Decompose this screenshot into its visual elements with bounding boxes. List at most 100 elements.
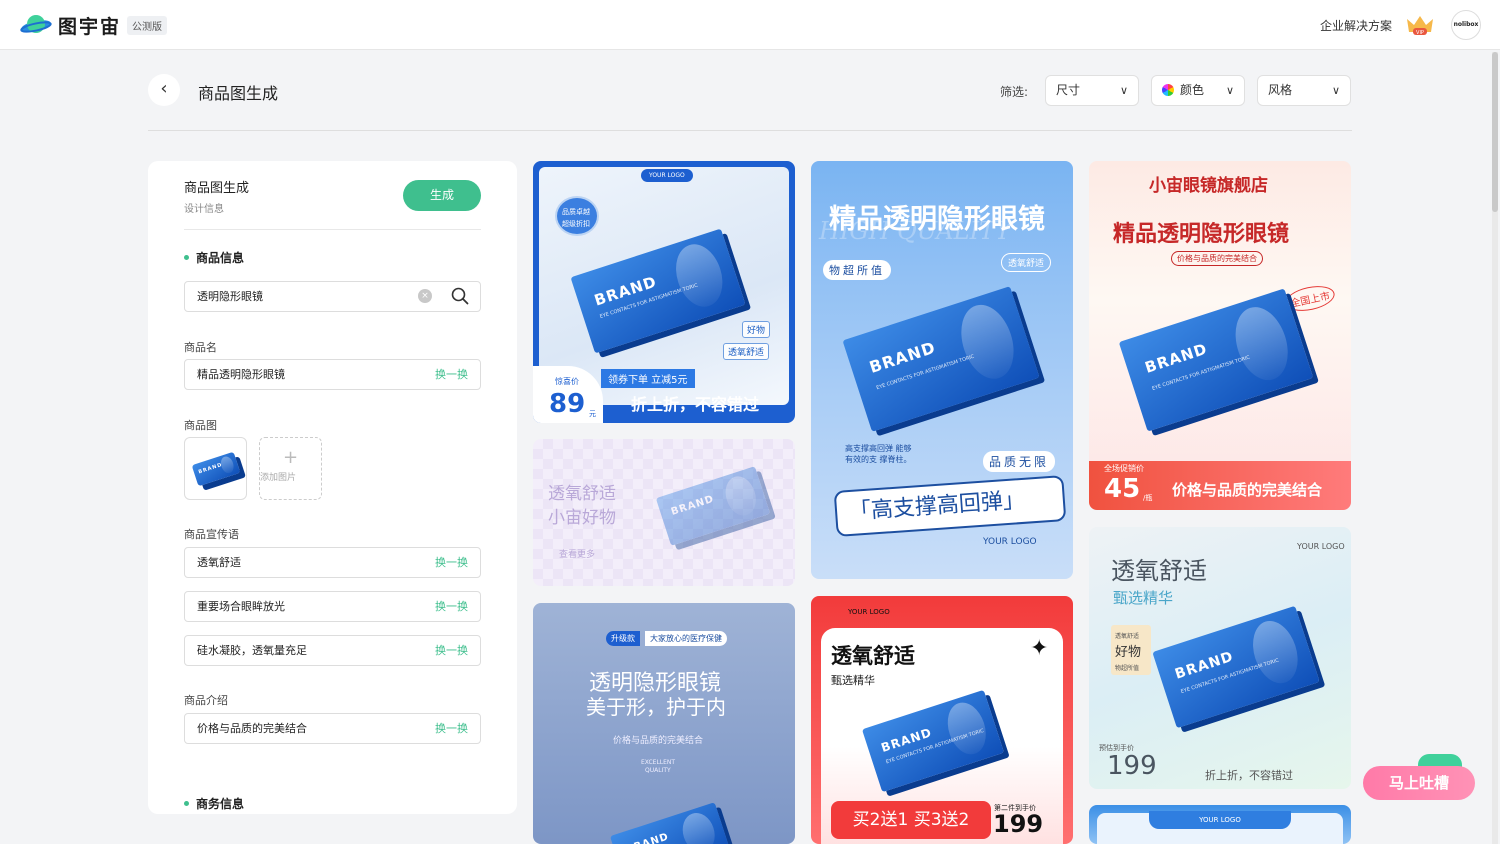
scrollbar[interactable] (1492, 52, 1498, 844)
chevron-left-icon: ‹ (160, 78, 168, 99)
card-headline: 精品透明隐形眼镜 (1113, 222, 1290, 247)
intro-value: 价格与品质的完美结合 (197, 722, 307, 735)
vip-crown-icon[interactable]: VIP (1404, 13, 1436, 37)
filter-style-select[interactable]: 风格 ∨ (1257, 75, 1351, 106)
back-button[interactable]: ‹ (148, 74, 180, 106)
filter-style-label: 风格 (1268, 83, 1293, 97)
slogan-value: 硅水凝胶，透氧量充足 (197, 644, 307, 657)
result-card-1[interactable]: YOUR LOGO 品质卓越 超级折扣 BRAND EYE CONTACTS F… (533, 161, 795, 423)
result-card-4[interactable]: 精品透明隐形眼镜 HIGH QUALITY 物超所值 透氧舒适 BRAND EY… (811, 161, 1073, 579)
intro-field[interactable]: 价格与品质的完美结合 换一换 (184, 713, 481, 744)
panel-subtitle: 设计信息 (184, 204, 224, 215)
price-label: 惊喜价 (555, 377, 579, 386)
slogan-field-2[interactable]: 重要场合眼眸放光 换一换 (184, 591, 481, 622)
tag-chip: 透氧舒适 (723, 343, 770, 360)
quality-badge: 品质卓越 超级折扣 (555, 196, 599, 236)
product-image-thumb[interactable]: BRAND (184, 437, 247, 500)
swap-button[interactable]: 换一换 (435, 360, 468, 389)
top-bar: 图宇宙 公测版 企业解决方案 VIP nolibox (0, 0, 1500, 50)
badge-text: 品质卓越 (562, 208, 590, 216)
panel-divider (184, 229, 481, 230)
product-search-input[interactable]: 透明隐形眼镜 × (184, 281, 481, 312)
card-subtitle: 价格与品质的完美结合 (613, 736, 704, 746)
swap-button[interactable]: 换一换 (435, 714, 468, 743)
product-name-field[interactable]: 精品透明隐形眼镜 换一换 (184, 359, 481, 390)
slogan-text: 价格与品质的完美结合 (1172, 481, 1323, 499)
product-name-value: 精品透明隐形眼镜 (197, 368, 285, 381)
badge-text: 超级折扣 (562, 220, 590, 228)
panel-title: 商品图生成 (184, 181, 250, 196)
product-box-image: BRAND EYE CONTACTS FOR ASTIGMATISM TORIC (1152, 605, 1320, 729)
filter-color-select[interactable]: 颜色 ∨ (1151, 75, 1245, 106)
store-name: 小宙眼镜旗舰店 (1149, 176, 1268, 196)
enterprise-link[interactable]: 企业解决方案 (1320, 17, 1392, 34)
brand-text: BRAND (624, 831, 671, 844)
slogan-field-3[interactable]: 硅水凝胶，透氧量充足 换一换 (184, 635, 481, 666)
tag-chip: 透氧舒适 (1001, 253, 1052, 272)
card-desc: 高支撑高回弹 能够有效的支 撑脊柱。 (845, 444, 912, 464)
price-value: 45 (1104, 474, 1141, 504)
result-card-5[interactable]: YOUR LOGO 透氧舒适 甄选精华 ✦ BRAND EYE CONTACTS… (811, 596, 1073, 844)
add-image-label: 添加图片 (260, 473, 297, 483)
add-image-button[interactable]: + 添加图片 (259, 437, 322, 500)
en-text: QUALITY (645, 767, 671, 774)
price-unit: 元 (589, 410, 596, 418)
logo-pill: YOUR LOGO (641, 169, 693, 182)
card-headline: 小宙好物 (548, 508, 616, 528)
clear-icon[interactable]: × (418, 289, 432, 303)
promo-label: 全场促销价 (1104, 464, 1144, 473)
product-name-label: 商品名 (184, 341, 217, 354)
card-headline: 透氧舒适 (1111, 557, 1207, 585)
beta-badge: 公测版 (127, 16, 167, 35)
filter-color-label: 颜色 (1180, 83, 1205, 97)
chips: 物超所值 (823, 260, 891, 280)
design-panel: 商品图生成 设计信息 生成 商品信息 透明隐形眼镜 × 商品名 精品透明隐形眼镜… (148, 161, 517, 814)
card-subtitle: 甄选精华 (1113, 589, 1174, 607)
search-icon[interactable] (451, 287, 469, 305)
filter-size-select[interactable]: 尺寸 ∨ (1045, 75, 1139, 106)
product-box-image: BRAND EYE CONTACTS FOR ASTIGMATISM TORIC (842, 286, 1040, 432)
swap-button[interactable]: 换一换 (435, 592, 468, 621)
en-text: EXCELLENT (641, 759, 676, 766)
logo-text: YOUR LOGO (1297, 542, 1345, 551)
page-title: 商品图生成 (198, 84, 279, 103)
scrollbar-thumb[interactable] (1492, 52, 1498, 212)
app-name[interactable]: 图宇宙 (58, 12, 121, 39)
section-product-info: 商品信息 (184, 249, 244, 266)
logo-text: YOUR LOGO (983, 537, 1037, 547)
plus-icon: + (282, 447, 299, 468)
logo-pill: YOUR LOGO (1149, 811, 1291, 829)
badge-text: 好物 (1115, 645, 1142, 660)
result-card-7[interactable]: 透氧舒适 甄选精华 YOUR LOGO 透氧舒适 好物 物超所值 BRAND E… (1089, 527, 1351, 789)
chips: 品质无限 (983, 451, 1056, 472)
swap-button[interactable]: 换一换 (435, 636, 468, 665)
price-value: 89 (549, 389, 586, 419)
result-card-2[interactable]: 透氧舒适 小宙好物 查看更多 BRAND (533, 439, 795, 586)
generate-button[interactable]: 生成 (403, 180, 481, 211)
avatar[interactable]: nolibox (1451, 10, 1481, 40)
coupon-text: 领券下单 立减5元 (601, 369, 695, 388)
price-unit: /瓶 (1143, 494, 1153, 502)
slogan-label: 商品宣传语 (184, 528, 239, 541)
swap-button[interactable]: 换一换 (435, 548, 468, 577)
result-card-8[interactable]: YOUR LOGO (1089, 805, 1351, 844)
card-subtitle: 价格与品质的完美结合 (1171, 251, 1263, 266)
logo-icon[interactable] (20, 12, 52, 38)
price-value: 199 (993, 810, 1044, 838)
tag-pill: 升级款 (606, 631, 640, 646)
filter-label: 筛选: (1000, 85, 1029, 99)
bg-text: HIGH QUALITY (819, 217, 1011, 245)
result-card-3[interactable]: 升级款 大家放心的医疗保健 透明隐形眼镜 美于形，护于内 价格与品质的完美结合 … (533, 603, 795, 844)
tag-pill: 大家放心的医疗保健 (645, 631, 727, 646)
slogan-text: 折上折，不容错过 (1205, 769, 1293, 782)
card-headline: 透氧舒适 (548, 484, 616, 504)
header-divider (148, 130, 1352, 131)
slogan-text: 折上折，不容错过 (631, 395, 760, 414)
logo-text: YOUR LOGO (848, 608, 890, 616)
tag-chip: 好物 (742, 321, 771, 338)
feedback-button[interactable]: 马上吐槽 (1363, 766, 1475, 800)
result-card-6[interactable]: 小宙眼镜旗舰店 精品透明隐形眼镜 价格与品质的完美结合 全国上市 BRAND E… (1089, 161, 1351, 510)
product-box-image: BRAND (609, 802, 731, 844)
deal-banner: 买2送1 买3送2 (831, 801, 991, 839)
slogan-field-1[interactable]: 透氧舒适 换一换 (184, 547, 481, 578)
